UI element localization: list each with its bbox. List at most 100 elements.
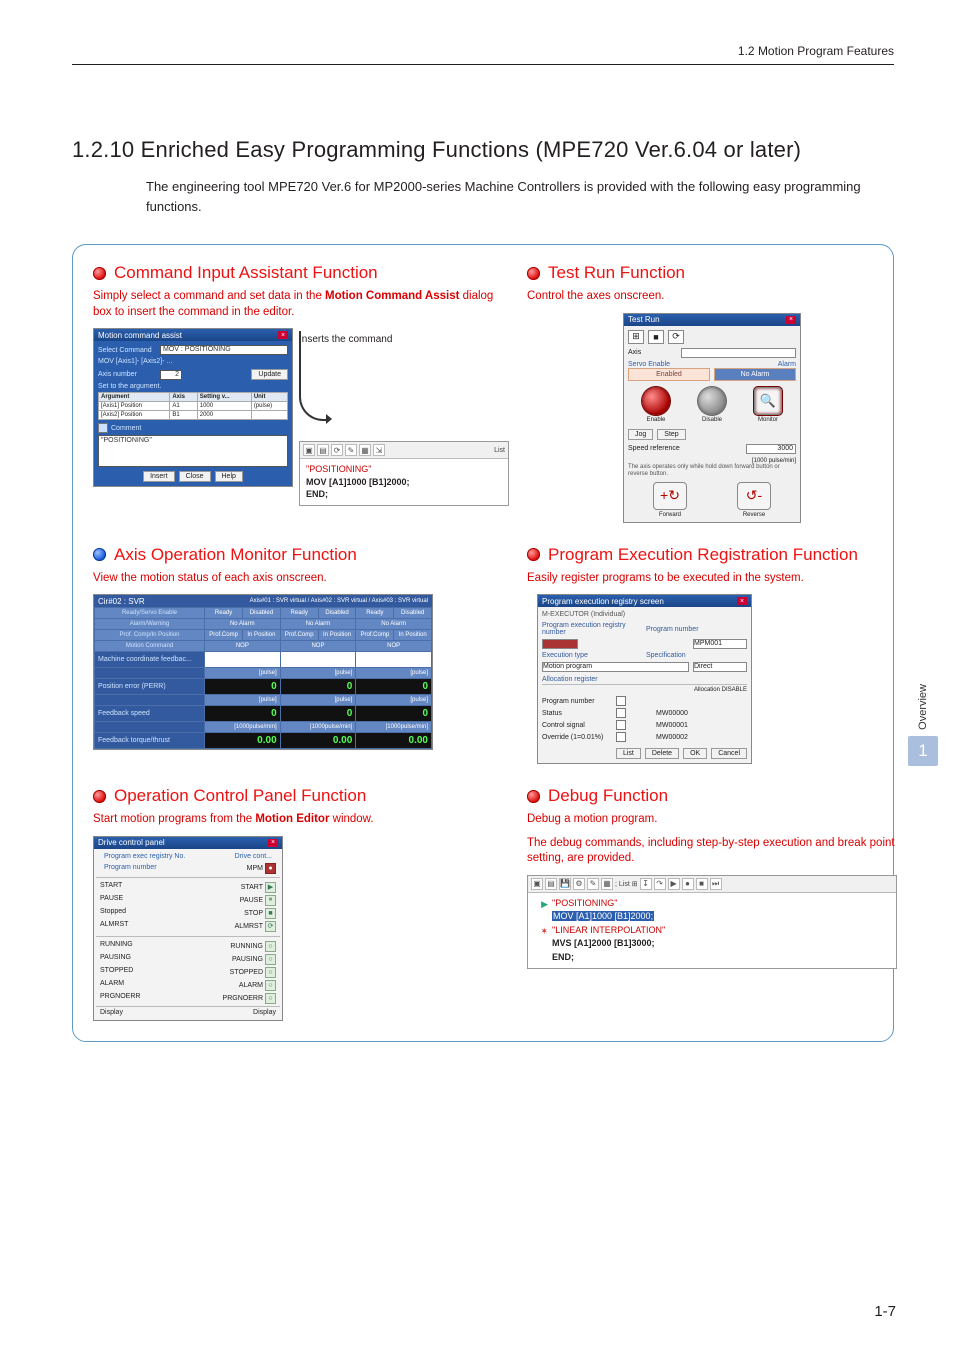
bullet-icon (527, 790, 540, 803)
execution-type-select[interactable]: Motion program (542, 662, 689, 672)
jog-tab[interactable]: Jog (628, 429, 653, 440)
stop-icon[interactable]: ■ (696, 878, 708, 890)
prog-reg-block: Program Execution Registration Function … (527, 545, 897, 765)
close-icon[interactable]: × (786, 316, 796, 324)
toolbar-icon[interactable]: ⇲ (373, 444, 385, 456)
axis-number-input[interactable]: 2 (160, 370, 182, 380)
stop-icon[interactable]: ■ (265, 908, 276, 919)
command-assist-title: Command Input Assistant Function (93, 263, 509, 283)
section-intro: The engineering tool MPE720 Ver.6 for MP… (146, 177, 894, 216)
step-tab[interactable]: Step (657, 429, 685, 440)
noalarm-status: No Alarm (714, 368, 796, 381)
start-icon[interactable]: ▶ (265, 882, 276, 893)
program-number-input[interactable]: MPM001 (693, 639, 747, 649)
toolbar-icon[interactable]: ■ (648, 330, 664, 344)
reverse-button[interactable]: ↺- (737, 482, 771, 510)
page-number: 1-7 (874, 1303, 896, 1320)
ok-button[interactable]: OK (683, 748, 707, 759)
insert-button[interactable]: Insert (143, 471, 175, 482)
list-button[interactable]: List (616, 748, 641, 759)
forward-button[interactable]: +↻ (653, 482, 687, 510)
side-label: Overview (917, 684, 929, 730)
led-icon: ○ (265, 954, 276, 965)
close-icon[interactable]: × (737, 597, 747, 605)
debug-block: Debug Function Debug a motion program. T… (527, 786, 897, 1021)
display-button[interactable]: Display (253, 1009, 276, 1016)
continue-icon[interactable]: ⏭ (710, 878, 722, 890)
step-over-icon[interactable]: ↷ (654, 878, 666, 890)
toolbar-icon[interactable]: ⊞ (628, 330, 644, 344)
close-icon[interactable]: × (268, 839, 278, 847)
cancel-button[interactable]: Cancel (711, 748, 747, 759)
ctrl-panel-dialog: Drive control panel × Program exec regis… (93, 836, 283, 1021)
step-in-icon[interactable]: ↧ (640, 878, 652, 890)
pause-icon[interactable]: ⏸ (265, 895, 276, 906)
enable-button[interactable] (642, 387, 670, 415)
code-line: MVS [A1]2000 [B1]3000; (552, 938, 655, 948)
command-assist-desc: Simply select a command and set data in … (93, 289, 509, 320)
ctrl-panel-title-text: Operation Control Panel Function (114, 786, 366, 806)
debug-desc-2: The debug commands, including step-by-st… (527, 836, 897, 867)
axis-monitor-title-text: Axis Operation Monitor Function (114, 545, 357, 565)
almrst-icon[interactable]: ⟳ (265, 921, 276, 932)
highlighted-code-line: MOV [A1]1000 [B1]2000; (552, 911, 654, 921)
specification-select[interactable]: Direct (693, 662, 747, 672)
toolbar-icon[interactable]: ⟳ (668, 330, 684, 344)
axis-monitor-block: Axis Operation Monitor Function View the… (93, 545, 509, 765)
toolbar-icon[interactable]: ▣ (531, 878, 543, 890)
dialog-title: Test Run (628, 315, 660, 324)
code-line: "POSITIONING" (306, 464, 371, 474)
toolbar-icon[interactable]: ▦ (601, 878, 613, 890)
toolbar-icon[interactable]: ▤ (545, 878, 557, 890)
toolbar-icon[interactable]: ▦ (359, 444, 371, 456)
select-command-input[interactable]: MOV : POSITIONING (160, 345, 288, 355)
led-icon: ○ (265, 980, 276, 991)
close-icon[interactable]: × (278, 331, 288, 339)
breakpoint-icon[interactable]: ✶ (534, 925, 548, 939)
toolbar-icon[interactable]: ⚙ (573, 878, 585, 890)
code-line: MOV [A1]1000 [B1]2000; (306, 477, 410, 487)
dialog-title: Motion command assist (98, 331, 182, 340)
toolbar-icon[interactable]: ✎ (345, 444, 357, 456)
toolbar-icon[interactable]: ▣ (303, 444, 315, 456)
toolbar-icon[interactable]: ⟳ (331, 444, 343, 456)
feedback-value: 292499 (356, 652, 432, 668)
subheader: M-EXECUTOR (Individual) (542, 611, 747, 618)
break-icon[interactable]: ● (682, 878, 694, 890)
help-button[interactable]: Help (215, 471, 243, 482)
bullet-icon (93, 548, 106, 561)
test-run-title: Test Run Function (527, 263, 897, 283)
alloc-register-label: Allocation register (542, 676, 747, 685)
format-label: MOV [Axis1]- [Axis2]- ... (98, 358, 288, 365)
note-text: The axis operates only while hold down f… (628, 464, 796, 478)
toolbar-icon[interactable]: ✎ (587, 878, 599, 890)
ctrl-panel-desc: Start motion programs from the Motion Ed… (93, 812, 509, 828)
run-icon[interactable]: ▶ (668, 878, 680, 890)
toolbar-icon[interactable]: ▤ (317, 444, 329, 456)
argument-table: Argument Axis Setting v... Unit [Axis1] … (98, 392, 288, 420)
disable-button[interactable] (698, 387, 726, 415)
display-button[interactable]: Display (100, 1009, 123, 1016)
command-text-area[interactable]: "POSITIONING" (98, 435, 288, 467)
test-run-title-text: Test Run Function (548, 263, 685, 283)
arg-header: Set to the argument. (98, 383, 288, 390)
comment-checkbox[interactable] (98, 423, 108, 433)
select-command-label: Select Command (98, 347, 156, 354)
registry-number-input[interactable] (542, 639, 578, 649)
delete-button[interactable]: Delete (645, 748, 679, 759)
dialog-title: Program execution registry screen (542, 597, 664, 606)
debug-desc-1: Debug a motion program. (527, 812, 897, 828)
axis-monitor-window: Cir#02 : SVR Axis#01 : SVR virtual / Axi… (93, 594, 433, 750)
bullet-icon (93, 790, 106, 803)
axis-label: Axis (628, 349, 678, 356)
close-button[interactable]: Close (179, 471, 211, 482)
led-icon: ○ (265, 941, 276, 952)
insert-arrow-icon (299, 331, 327, 421)
test-run-desc: Control the axes onscreen. (527, 289, 897, 305)
toolbar-icon[interactable]: 💾 (559, 878, 571, 890)
bullet-icon (527, 267, 540, 280)
update-button[interactable]: Update (251, 369, 288, 380)
speed-ref-input[interactable]: 3000 (746, 444, 796, 454)
axis-value[interactable] (681, 348, 796, 358)
monitor-button[interactable]: 🔍 (754, 387, 782, 415)
